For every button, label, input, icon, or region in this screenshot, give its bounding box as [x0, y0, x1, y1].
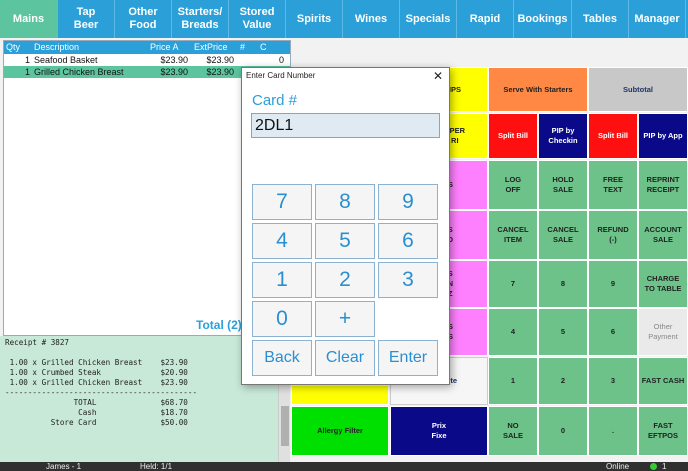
key-3[interactable]: 3	[378, 262, 438, 298]
numpad-dot[interactable]: .	[588, 406, 638, 456]
cancel-item-button[interactable]: CANCEL ITEM	[488, 210, 538, 260]
no-sale-button[interactable]: NO SALE	[488, 406, 538, 456]
tab-manager[interactable]: Manager	[629, 0, 686, 38]
header-hash: #	[240, 42, 246, 52]
enter-card-dialog: Enter Card Number ✕ Card # 2DL1 7 8 9 4 …	[241, 67, 450, 385]
key-1[interactable]: 1	[252, 262, 312, 298]
table-row[interactable]: 1 Seafood Basket $23.90 $23.90 0	[4, 54, 290, 66]
fast-cash-button[interactable]: FAST CASH	[638, 357, 688, 405]
prix-fixe-button[interactable]: Prix Fixe	[390, 406, 488, 456]
free-text-button[interactable]: FREE TEXT	[588, 160, 638, 210]
tab-rapid[interactable]: Rapid	[457, 0, 514, 38]
numpad-0[interactable]: 0	[538, 406, 588, 456]
row-qty: 1	[24, 67, 30, 77]
grid-button-yellow-partial[interactable]	[291, 385, 389, 405]
header-description: Description	[34, 42, 80, 52]
tab-mains[interactable]: Mains	[0, 0, 58, 38]
fast-eftpos-button[interactable]: FAST EFTPOS	[638, 406, 688, 456]
close-icon[interactable]: ✕	[433, 69, 443, 83]
cancel-sale-button[interactable]: CANCEL SALE	[538, 210, 588, 260]
scrollbar-thumb[interactable]	[281, 406, 289, 446]
numpad-4[interactable]: 4	[488, 308, 538, 356]
key-4[interactable]: 4	[252, 223, 312, 259]
row-description: Seafood Basket	[34, 55, 98, 65]
split-bill-button-2[interactable]: Split Bill	[588, 113, 638, 159]
status-online: Online	[606, 462, 630, 471]
online-indicator-icon	[650, 463, 657, 470]
key-5[interactable]: 5	[315, 223, 375, 259]
key-2[interactable]: 2	[315, 262, 375, 298]
numpad-8[interactable]: 8	[538, 260, 588, 308]
numpad-9[interactable]: 9	[588, 260, 638, 308]
subtotal-button[interactable]: Subtotal	[588, 67, 688, 112]
header-c: C	[260, 42, 267, 52]
row-price-a: $23.90	[160, 67, 188, 77]
key-8[interactable]: 8	[315, 184, 375, 220]
header-qty: Qty	[6, 42, 21, 52]
tab-stored-value[interactable]: Stored Value	[229, 0, 286, 38]
other-payment-button[interactable]: Other Payment	[638, 308, 688, 356]
numpad-6[interactable]: 6	[588, 308, 638, 356]
header-ext-price: ExtPrice	[194, 42, 228, 52]
row-description: Grilled Chicken Breast	[34, 67, 124, 77]
tab-specials[interactable]: Specials	[400, 0, 457, 38]
row-price-a: $23.90	[160, 55, 188, 65]
hold-sale-button[interactable]: HOLD SALE	[538, 160, 588, 210]
status-bar: James - 1 Held: 1/1 Online 1	[0, 462, 688, 471]
row-qty: 1	[24, 55, 30, 65]
tab-wines[interactable]: Wines	[343, 0, 400, 38]
numpad-2[interactable]: 2	[538, 357, 588, 405]
tab-tap-beer[interactable]: Tap Beer	[58, 0, 115, 38]
row-c: 0	[278, 55, 284, 65]
numpad-1[interactable]: 1	[488, 357, 538, 405]
key-plus[interactable]: +	[315, 301, 375, 337]
pos-screen: Mains Tap Beer Other Food Starters/ Brea…	[0, 0, 688, 471]
key-0[interactable]: 0	[252, 301, 312, 337]
key-9[interactable]: 9	[378, 184, 438, 220]
tab-starters-breads[interactable]: Starters/ Breads	[172, 0, 229, 38]
tab-other-food[interactable]: Other Food	[115, 0, 172, 38]
numpad-5[interactable]: 5	[538, 308, 588, 356]
category-tab-bar: Mains Tap Beer Other Food Starters/ Brea…	[0, 0, 688, 38]
split-bill-button[interactable]: Split Bill	[488, 113, 538, 159]
status-count: 1	[662, 462, 667, 471]
refund-button[interactable]: REFUND (-)	[588, 210, 638, 260]
pip-by-app-button[interactable]: PIP by App	[638, 113, 688, 159]
row-ext-price: $23.90	[206, 55, 234, 65]
numpad-7[interactable]: 7	[488, 260, 538, 308]
log-off-button[interactable]: LOG OFF	[488, 160, 538, 210]
account-sale-button[interactable]: ACCOUNT SALE	[638, 210, 688, 260]
numpad-3[interactable]: 3	[588, 357, 638, 405]
status-held: Held: 1/1	[140, 462, 173, 471]
tab-tables[interactable]: Tables	[572, 0, 629, 38]
card-number-input[interactable]: 2DL1	[251, 113, 440, 138]
reprint-receipt-button[interactable]: REPRINT RECEIPT	[638, 160, 688, 210]
header-price-a: Price A	[150, 42, 179, 52]
receipt-preview: Receipt # 3827 1.00 x Grilled Chicken Br…	[0, 336, 278, 462]
clear-button[interactable]: Clear	[315, 340, 375, 376]
order-total: Total (2)	[196, 318, 242, 332]
status-user: James - 1	[46, 462, 82, 471]
back-button[interactable]: Back	[252, 340, 312, 376]
order-table-header: Qty Description Price A ExtPrice # C	[4, 41, 290, 54]
serve-with-starters-button[interactable]: Serve With Starters	[488, 67, 588, 112]
card-number-label: Card #	[252, 92, 298, 109]
row-ext-price: $23.90	[206, 67, 234, 77]
tab-bookings[interactable]: Bookings	[514, 0, 572, 38]
pip-by-checkin-button[interactable]: PIP by Checkin	[538, 113, 588, 159]
allergy-filter-button[interactable]: Allergy Filter	[291, 406, 389, 456]
tab-spirits[interactable]: Spirits	[286, 0, 343, 38]
dialog-title: Enter Card Number	[246, 71, 316, 80]
key-6[interactable]: 6	[378, 223, 438, 259]
enter-button[interactable]: Enter	[378, 340, 438, 376]
row-hash	[238, 54, 258, 66]
charge-to-table-button[interactable]: CHARGE TO TABLE	[638, 260, 688, 308]
key-7[interactable]: 7	[252, 184, 312, 220]
